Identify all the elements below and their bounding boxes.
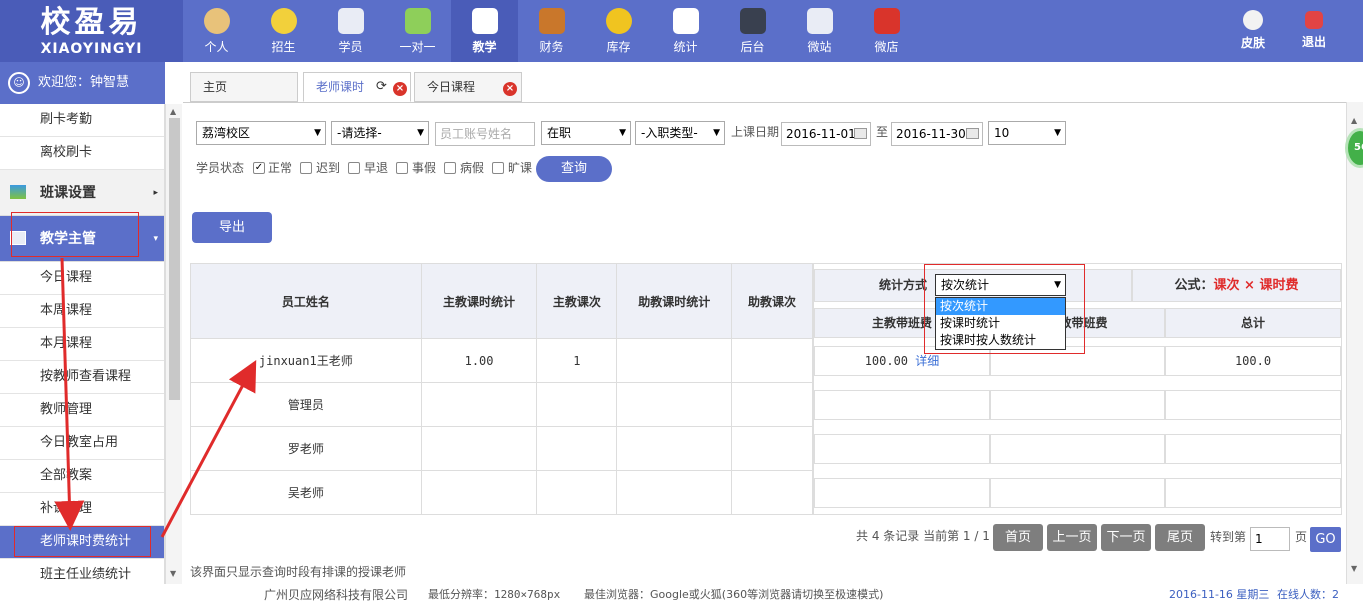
footer: 广州贝应网络科技有限公司 最低分辨率：1280×768px 最佳浏览器：Goog… xyxy=(0,584,1363,610)
footer-date: 2016-11-16 星期三 xyxy=(1169,588,1270,601)
annotation-arrows xyxy=(54,257,257,538)
annotation-arrow xyxy=(54,257,85,531)
footer-online: 在线人数：2 xyxy=(1277,588,1339,601)
footer-company: 广州贝应网络科技有限公司 xyxy=(264,588,409,602)
annotation-arrow xyxy=(160,360,257,538)
footer-resolution: 最低分辨率：1280×768px xyxy=(428,588,561,601)
footer-browser: 最佳浏览器：Google或火狐(360等浏览器请切换至极速模式) xyxy=(584,588,884,601)
